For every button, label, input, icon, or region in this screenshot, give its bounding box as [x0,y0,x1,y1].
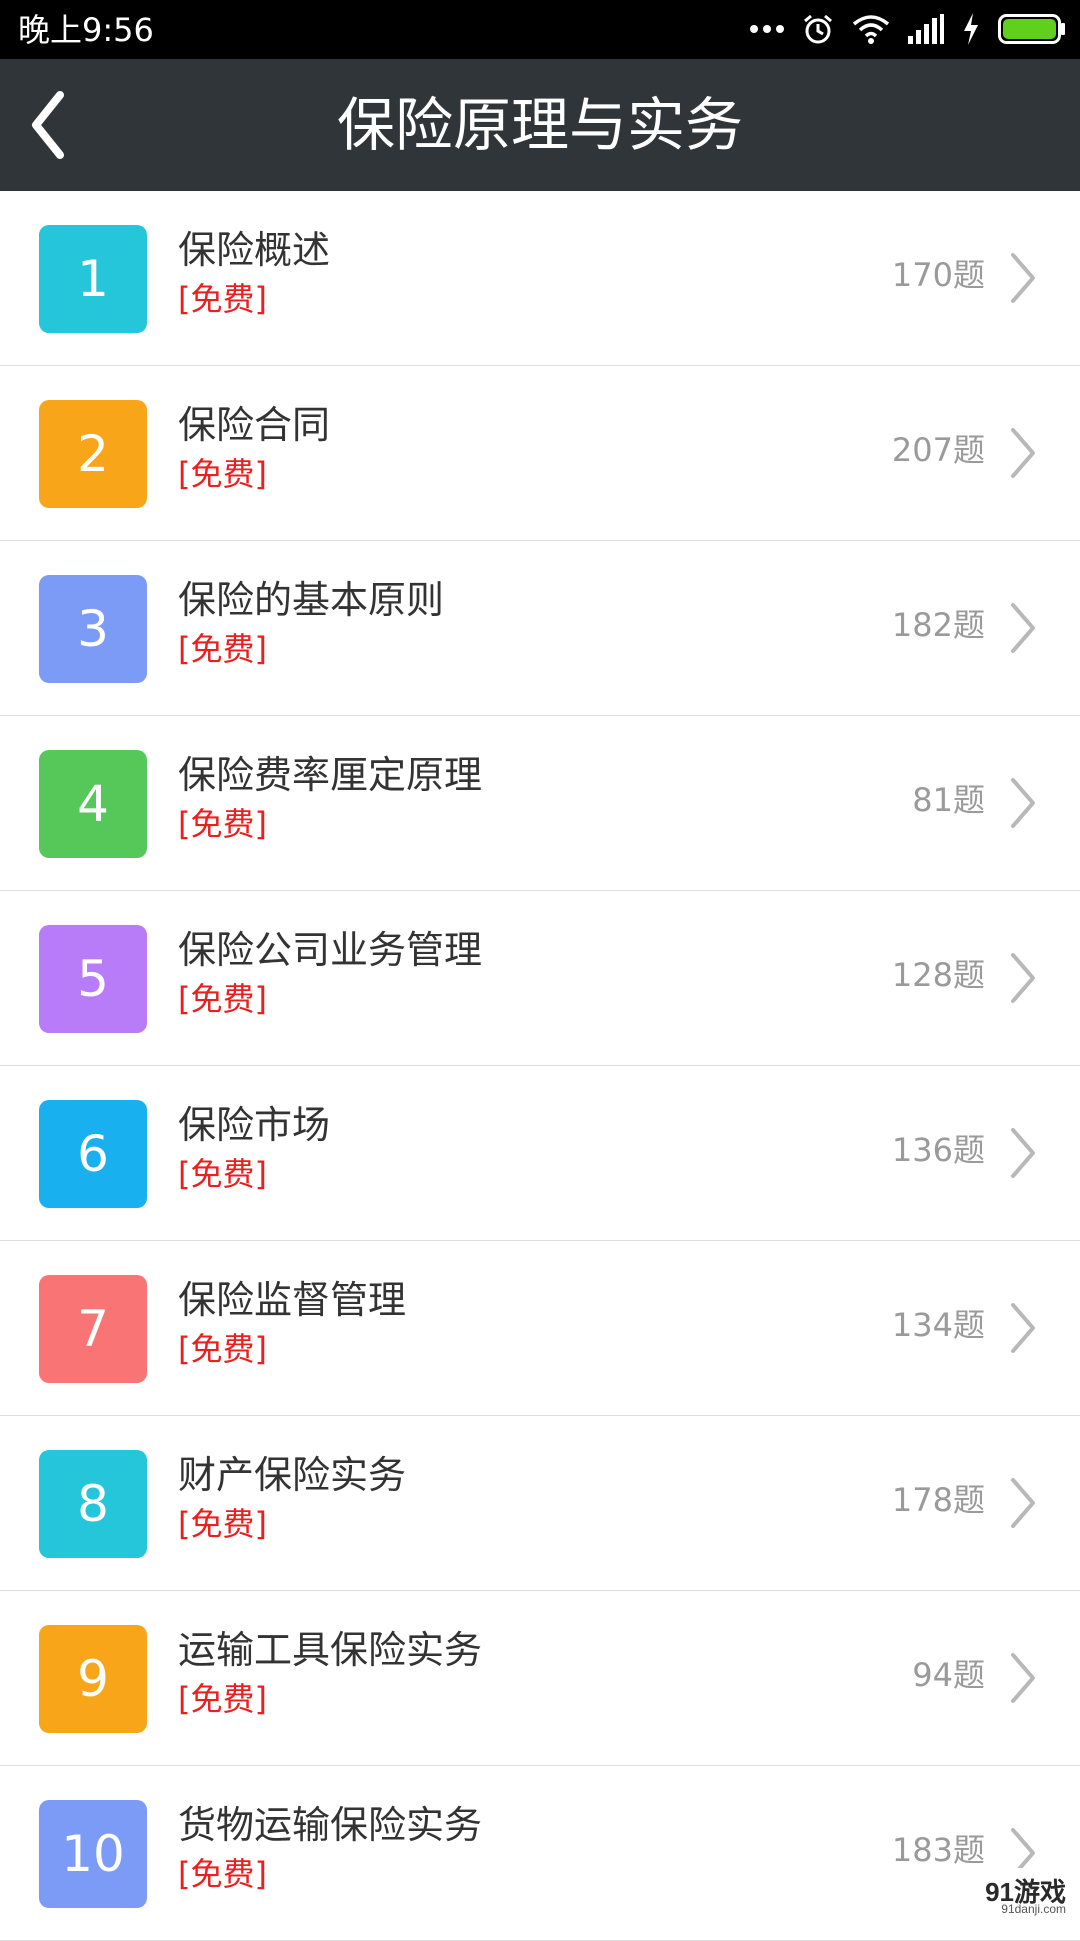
chapter-row[interactable]: 2 保险合同 [免费] 207题 [0,366,1080,541]
chapter-row[interactable]: 1 保险概述 [免费] 170题 [0,191,1080,366]
chapter-title: 保险公司业务管理 [178,928,483,972]
free-tag: [免费] [178,630,267,668]
question-count: 81题 [912,781,985,819]
chapter-list: 1 保险概述 [免费] 170题 2 保险合同 [免费] 207题 3 保险的基本原则 [免费] 18… [0,191,1080,1941]
free-tag: [免费] [178,455,267,493]
chapter-number-badge: 4 [39,750,147,858]
question-count: 183题 [891,1831,985,1869]
title-bar: 保险原理与实务 [0,59,1080,191]
chapter-number-badge: 3 [39,575,147,683]
chapter-number-badge: 2 [39,400,147,508]
page-title: 保险原理与实务 [336,91,743,159]
chapter-row[interactable]: 6 保险市场 [免费] 136题 [0,1066,1080,1241]
chapter-row[interactable]: 8 财产保险实务 [免费] 178题 [0,1416,1080,1591]
question-count: 207题 [891,431,985,469]
question-count: 94题 [912,1656,985,1694]
chapter-number-badge: 5 [39,925,147,1033]
chapter-title: 保险合同 [178,403,331,447]
chapter-title: 保险概述 [178,228,331,272]
question-count: 170题 [891,256,985,294]
free-tag: [免费] [178,1330,267,1368]
chapter-row[interactable]: 10 货物运输保险实务 [免费] 183题 [0,1766,1080,1941]
watermark: 91游戏 91danji.com [930,1868,1080,1920]
question-count: 182题 [891,606,985,644]
watermark-url: 91danji.com [1001,1902,1066,1916]
chapter-row[interactable]: 4 保险费率厘定原理 [免费] 81题 [0,716,1080,891]
chevron-right-icon [1008,1126,1038,1180]
signal-icon [908,14,944,44]
chevron-right-icon [1008,776,1038,830]
free-tag: [免费] [178,1680,267,1718]
chapter-title: 保险的基本原则 [178,578,445,622]
alarm-icon [802,13,834,45]
chapter-title: 保险监督管理 [178,1278,407,1322]
battery-icon [998,14,1066,44]
chapter-number-badge: 9 [39,1625,147,1733]
question-count: 128题 [891,956,985,994]
chapter-number-badge: 1 [39,225,147,333]
chevron-right-icon [1008,951,1038,1005]
chapter-number-badge: 6 [39,1100,147,1208]
chevron-right-icon [1008,1476,1038,1530]
charging-icon [962,13,980,45]
chapter-number-badge: 10 [39,1800,147,1908]
chapter-row[interactable]: 9 运输工具保险实务 [免费] 94题 [0,1591,1080,1766]
chapter-number-badge: 8 [39,1450,147,1558]
chevron-right-icon [1008,601,1038,655]
chapter-row[interactable]: 7 保险监督管理 [免费] 134题 [0,1241,1080,1416]
chapter-row[interactable]: 3 保险的基本原则 [免费] 182题 [0,541,1080,716]
question-count: 134题 [891,1306,985,1344]
status-icons [750,9,1066,49]
wifi-icon [852,14,890,44]
chapter-title: 保险费率厘定原理 [178,753,483,797]
chevron-right-icon [1008,426,1038,480]
chapter-title: 财产保险实务 [178,1453,407,1497]
free-tag: [免费] [178,1155,267,1193]
free-tag: [免费] [178,1855,267,1893]
question-count: 136题 [891,1131,985,1169]
free-tag: [免费] [178,280,267,318]
more-dots-icon [750,24,784,34]
chapter-row[interactable]: 5 保险公司业务管理 [免费] 128题 [0,891,1080,1066]
free-tag: [免费] [178,1505,267,1543]
chapter-title: 货物运输保险实务 [178,1803,483,1847]
chapter-title: 保险市场 [178,1103,331,1147]
free-tag: [免费] [178,805,267,843]
chevron-right-icon [1008,1651,1038,1705]
chapter-number-badge: 7 [39,1275,147,1383]
chapter-title: 运输工具保险实务 [178,1628,483,1672]
question-count: 178题 [891,1481,985,1519]
free-tag: [免费] [178,980,267,1018]
chevron-right-icon [1008,1301,1038,1355]
status-time: 晚上9:56 [18,11,154,49]
status-bar: 晚上9:56 [0,0,1080,59]
chevron-right-icon [1008,251,1038,305]
